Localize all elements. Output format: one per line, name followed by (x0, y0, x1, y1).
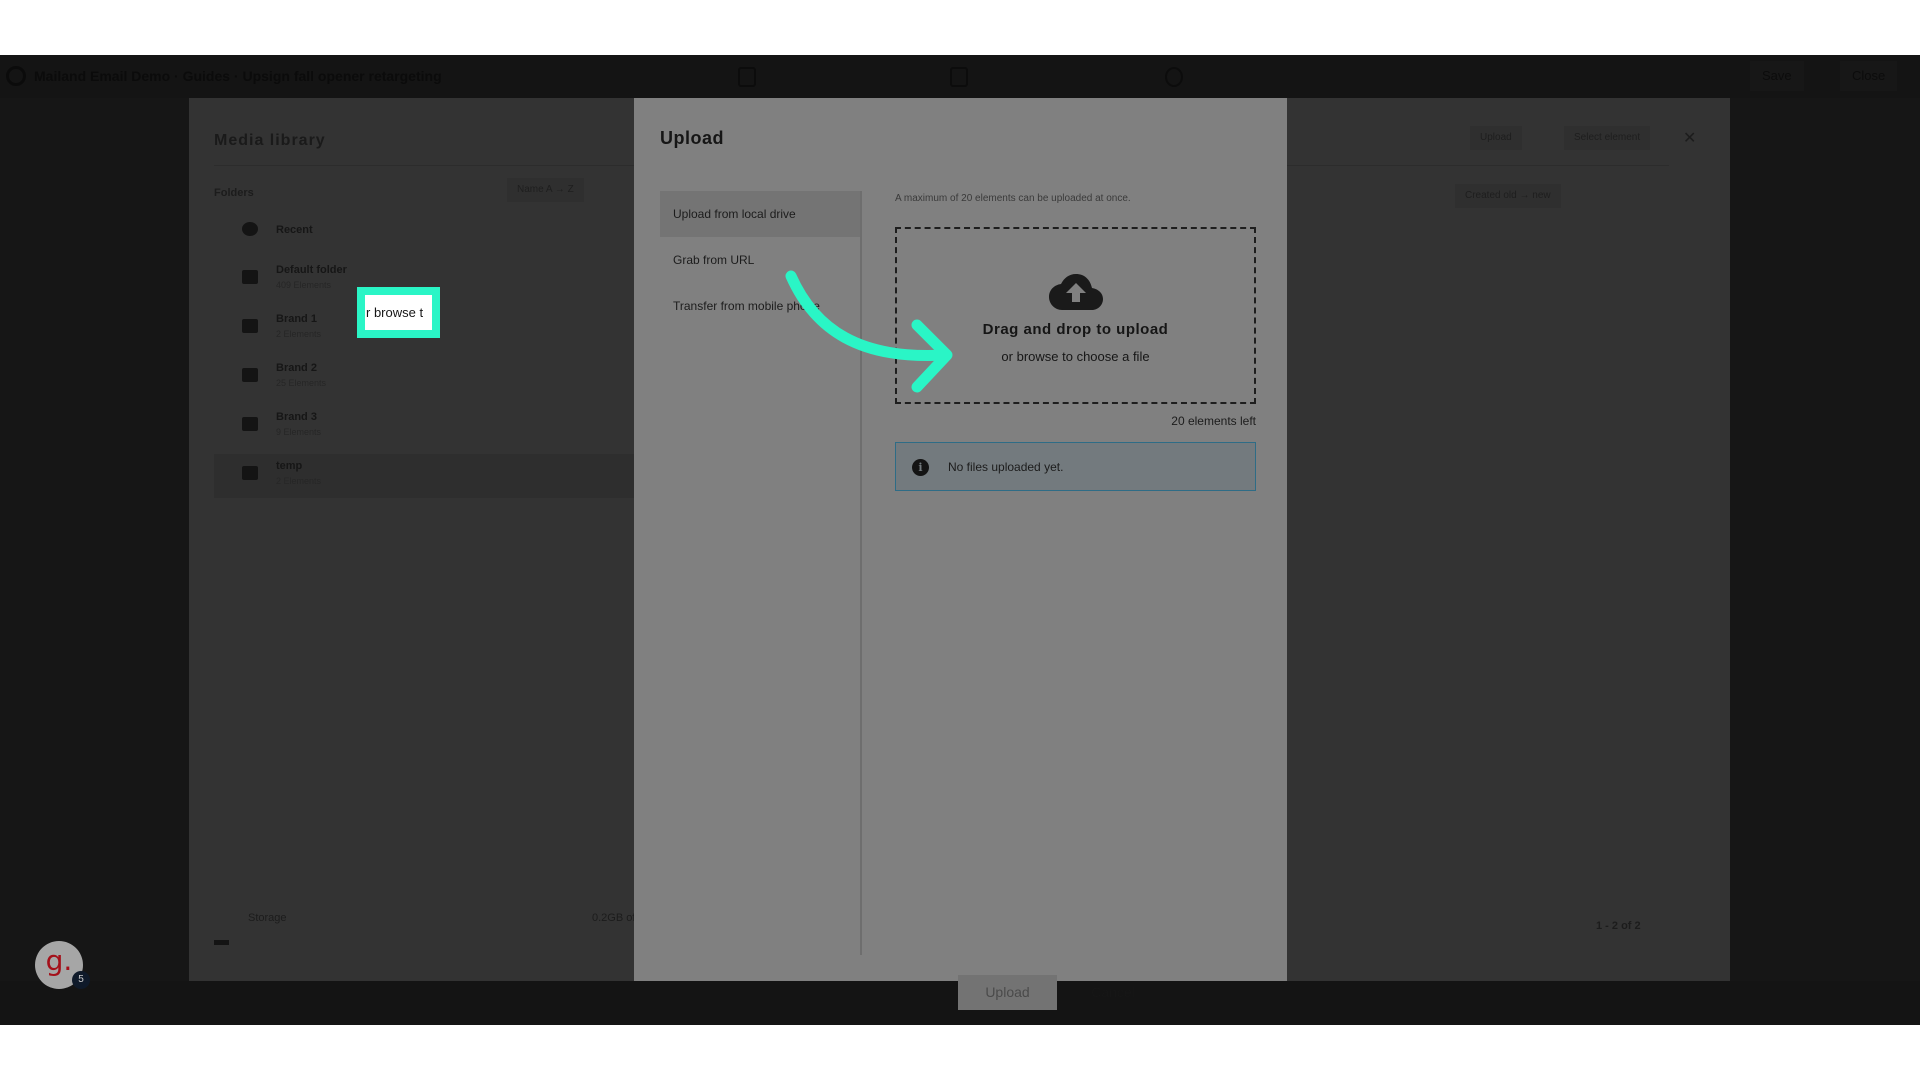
mobile-icon[interactable] (1165, 67, 1183, 87)
storage-value: 0.2GB of (592, 912, 636, 924)
tab-grab-url[interactable]: Grab from URL (660, 237, 860, 283)
library-upload-button[interactable]: Upload (1470, 126, 1522, 150)
folder-temp[interactable]: temp 2 Elements (214, 454, 634, 498)
divider (860, 191, 862, 955)
upload-limit-note: A maximum of 20 elements can be uploaded… (895, 193, 1131, 204)
info-message: No files uploaded yet. (948, 460, 1064, 474)
upload-button[interactable]: Upload (958, 975, 1057, 1010)
folder-icon (242, 466, 258, 480)
monitor-icon[interactable] (950, 67, 968, 87)
folder-recent[interactable]: Recent (214, 210, 634, 254)
top-bar: Mailand Email Demo · Guides · Upsign fal… (0, 55, 1920, 98)
tab-local-drive[interactable]: Upload from local drive (660, 191, 860, 237)
storage-label: Storage (248, 912, 287, 924)
home-icon (242, 270, 258, 284)
elements-left: 20 elements left (1171, 414, 1256, 428)
upload-modal: Upload Upload from local drive Grab from… (634, 98, 1287, 1010)
folder-brand-2[interactable]: Brand 2 25 Elements (214, 356, 634, 400)
clock-icon (242, 222, 258, 236)
notification-badge: 5 (72, 971, 90, 989)
modal-title: Upload (660, 128, 724, 148)
browse-text[interactable]: or browse to choose a file (897, 349, 1254, 364)
close-library-icon[interactable]: ✕ (1683, 128, 1696, 148)
tab-mobile-phone[interactable]: Transfer from mobile phone (660, 283, 860, 329)
cloud-folder-icon (242, 368, 258, 382)
app: Mailand Email Demo · Guides · Upsign fal… (0, 55, 1920, 1025)
select-element-button[interactable]: Select element (1564, 126, 1651, 150)
folder-icon (242, 319, 258, 333)
folders-label: Folders (214, 187, 254, 199)
desktop-view-icon[interactable] (738, 67, 756, 87)
upload-source-nav: Upload from local drive Grab from URL Tr… (660, 191, 860, 329)
highlight-text: r browse t (366, 305, 424, 320)
folder-icon (242, 417, 258, 431)
close-button[interactable]: Close (1840, 61, 1898, 91)
dropzone[interactable]: Drag and drop to upload or browse to cho… (895, 227, 1256, 404)
media-library-title: Media library (214, 132, 326, 149)
file-sort-dropdown[interactable]: Created old → new (1455, 184, 1561, 208)
cancel-button[interactable]: Cancel (1084, 975, 1142, 1010)
pagination: 1 - 2 of 2 (1596, 920, 1641, 932)
info-banner: i No files uploaded yet. (895, 442, 1256, 491)
cloud-upload-icon (1049, 274, 1103, 310)
folder-brand-3[interactable]: Brand 39 Elements (214, 405, 634, 449)
browse-highlight[interactable]: r browse t (357, 287, 440, 338)
folder-sort-dropdown[interactable]: Name A → Z (507, 178, 584, 202)
storage-bar (214, 940, 229, 945)
info-icon: i (912, 459, 929, 476)
save-button[interactable]: Save (1750, 61, 1804, 91)
drop-title: Drag and drop to upload (982, 321, 1169, 338)
logo-icon (6, 66, 26, 86)
document-title: Mailand Email Demo · Guides · Upsign fal… (34, 68, 442, 84)
